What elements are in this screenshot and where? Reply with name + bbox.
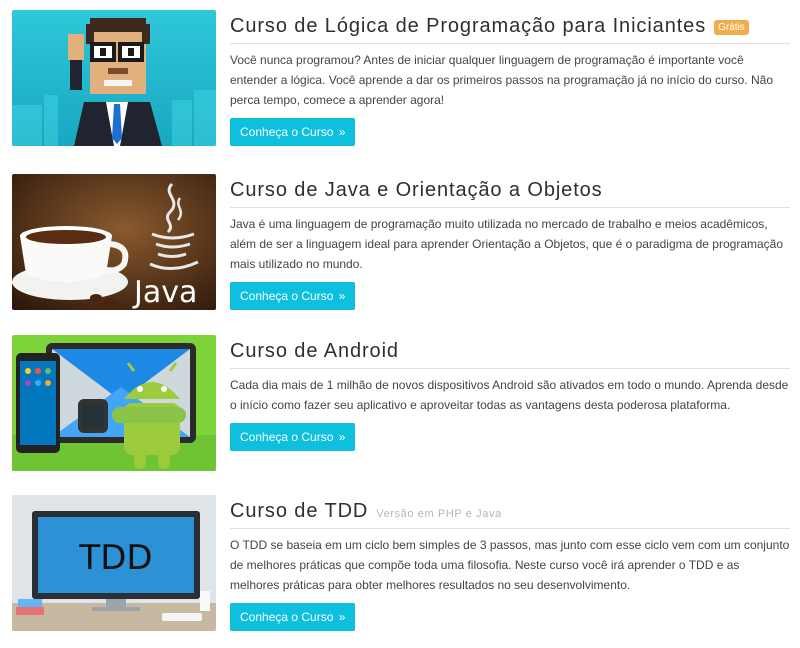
course-button-tdd[interactable]: Conheça o Curso » (230, 603, 356, 631)
course-thumbnail-tdd[interactable]: TDD (12, 495, 216, 631)
chevron-right-icon: » (338, 610, 346, 624)
button-label: Conheça o Curso (240, 125, 334, 139)
course-description: Cada dia mais de 1 milhão de novos dispo… (230, 378, 789, 412)
course-button-java[interactable]: Conheça o Curso » (230, 282, 356, 310)
button-label: Conheça o Curso (240, 430, 334, 444)
course-button-android[interactable]: Conheça o Curso » (230, 423, 356, 451)
chevron-right-icon: » (338, 289, 346, 303)
course-title[interactable]: Curso de Android (230, 340, 399, 363)
course-description: O TDD se baseia em um ciclo bem simples … (230, 538, 790, 592)
course-thumbnail-java[interactable]: Java (12, 174, 216, 310)
course-button-logica[interactable]: Conheça o Curso » (230, 118, 356, 146)
course-description: Java é uma linguagem de programação muit… (230, 217, 784, 271)
free-badge: Grátis (714, 20, 749, 35)
course-title[interactable]: Curso de Lógica de Programação para Inic… (230, 15, 706, 38)
course-subtitle: Versão em PHP e Java (376, 507, 502, 520)
tdd-image-text: TDD (78, 538, 152, 578)
chevron-right-icon: » (338, 430, 346, 444)
chevron-right-icon: » (338, 125, 346, 139)
java-image-text: Java (132, 275, 197, 310)
button-label: Conheça o Curso (240, 610, 334, 624)
course-title[interactable]: Curso de Java e Orientação a Objetos (230, 179, 603, 202)
button-label: Conheça o Curso (240, 289, 334, 303)
course-thumbnail-logica[interactable] (12, 10, 216, 146)
course-description: Você nunca programou? Antes de iniciar q… (230, 53, 773, 107)
course-title[interactable]: Curso de TDD (230, 500, 368, 523)
course-thumbnail-android[interactable] (12, 335, 216, 471)
